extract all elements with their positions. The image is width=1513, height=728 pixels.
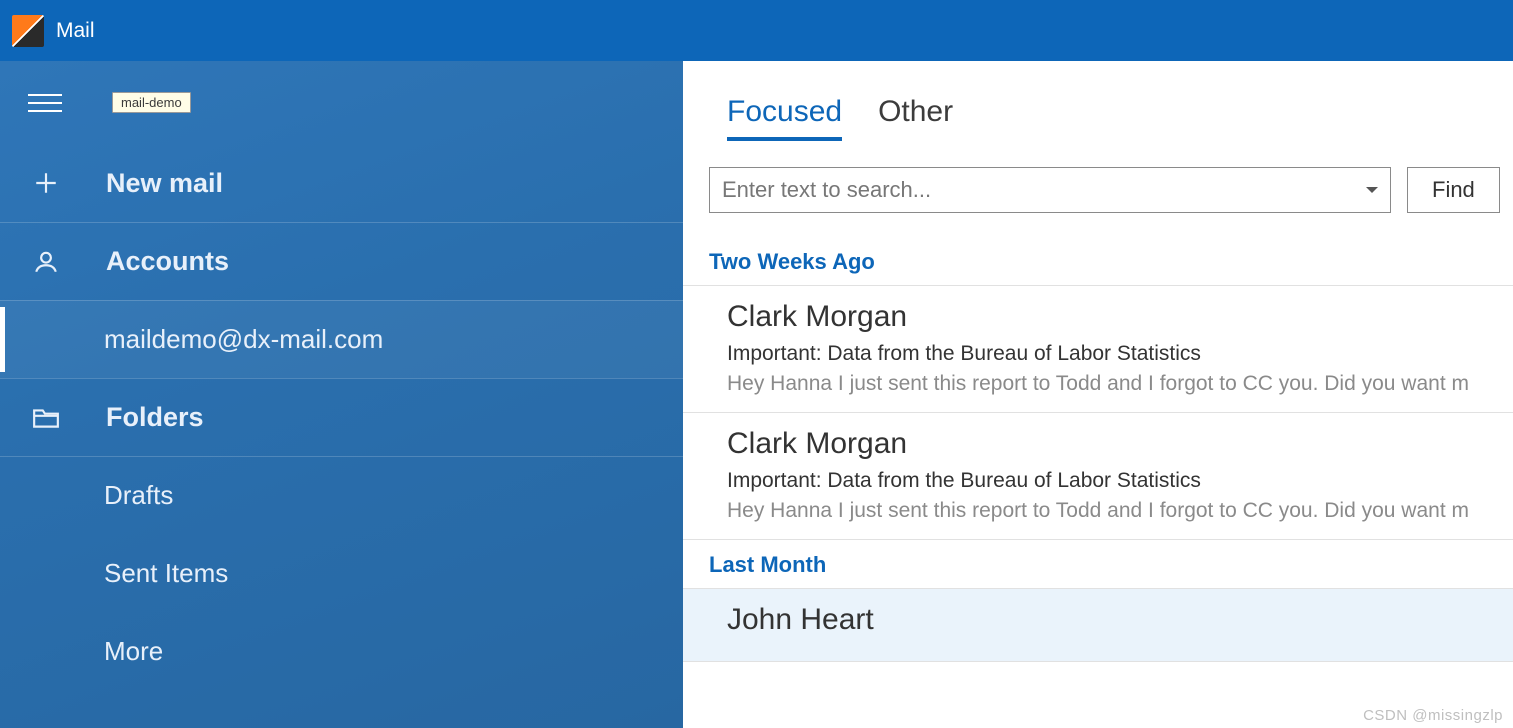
sidebar-folders-header[interactable]: Folders [0, 378, 683, 456]
title-bar: Mail [0, 0, 1513, 61]
sidebar-account-item[interactable]: maildemo@dx-mail.com [0, 300, 683, 378]
search-bar: Find [683, 141, 1513, 237]
account-email: maildemo@dx-mail.com [104, 324, 383, 355]
sidebar-folder-sent[interactable]: Sent Items [0, 534, 683, 612]
plus-icon [30, 170, 62, 196]
main-panel: Focused Other Find Two Weeks Ago Clark M… [683, 61, 1513, 728]
watermark: CSDN @missingzlp [1363, 707, 1503, 724]
app-title: Mail [56, 19, 95, 43]
mail-item[interactable]: John Heart [683, 589, 1513, 662]
mail-sender: Clark Morgan [727, 427, 1513, 461]
person-icon [30, 249, 62, 275]
folder-icon [30, 406, 62, 430]
folder-more-label: More [104, 636, 163, 667]
sidebar-accounts-header[interactable]: Accounts [0, 222, 683, 300]
group-header: Last Month [683, 540, 1513, 589]
sidebar: mail-demo New mail Accounts maildemo@dx-… [0, 61, 683, 728]
mail-subject: Important: Data from the Bureau of Labor… [727, 342, 1513, 366]
search-combo[interactable] [709, 167, 1391, 213]
mail-sender: Clark Morgan [727, 300, 1513, 334]
sidebar-folder-drafts[interactable]: Drafts [0, 456, 683, 534]
new-mail-button[interactable]: New mail [0, 144, 683, 222]
hamburger-menu-button[interactable] [28, 94, 62, 112]
group-header: Two Weeks Ago [683, 237, 1513, 286]
tab-focused[interactable]: Focused [727, 95, 842, 141]
mail-subject: Important: Data from the Bureau of Labor… [727, 469, 1513, 493]
new-mail-label: New mail [106, 168, 223, 199]
message-list: Two Weeks Ago Clark Morgan Important: Da… [683, 237, 1513, 728]
tooltip: mail-demo [112, 92, 191, 113]
sidebar-folder-more[interactable]: More [0, 612, 683, 690]
mail-item[interactable]: Clark Morgan Important: Data from the Bu… [683, 413, 1513, 540]
folder-drafts-label: Drafts [104, 480, 173, 511]
accounts-label: Accounts [106, 246, 229, 277]
tab-other[interactable]: Other [878, 95, 953, 141]
mail-preview: Hey Hanna I just sent this report to Tod… [727, 499, 1513, 523]
mail-preview: Hey Hanna I just sent this report to Tod… [727, 372, 1513, 396]
tabs: Focused Other [683, 61, 1513, 141]
mail-item[interactable]: Clark Morgan Important: Data from the Bu… [683, 286, 1513, 413]
search-input[interactable] [722, 177, 1366, 203]
folder-sent-label: Sent Items [104, 558, 228, 589]
chevron-down-icon[interactable] [1366, 187, 1378, 193]
app-logo-icon [12, 15, 44, 47]
folders-label: Folders [106, 402, 204, 433]
find-button[interactable]: Find [1407, 167, 1500, 213]
mail-sender: John Heart [727, 603, 1513, 637]
